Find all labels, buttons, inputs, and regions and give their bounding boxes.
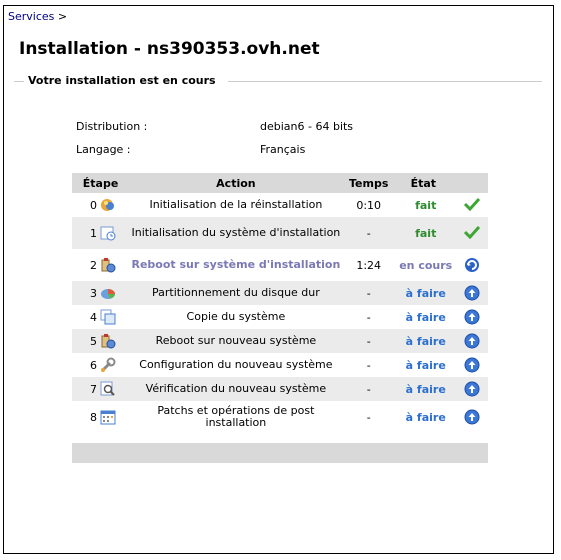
section-title: Votre installation est en cours [26,74,218,87]
page-title: Installation - ns390353.ovh.net [19,39,320,59]
spinner-icon [464,257,480,273]
step-action: Vérification du nouveau système [129,377,343,401]
section-divider-right [228,81,542,82]
arrow-up-circle-icon [464,309,480,325]
step-time: - [366,358,371,372]
table-row: 8 Patchs et opérations de post installati… [72,401,488,433]
arrow-up-circle-icon [464,285,480,301]
step-action: Patchs et opérations de post installatio… [157,404,315,429]
table-row: 2 Reboot sur système d'installation 1:24 en… [72,249,488,281]
system-init-icon [100,225,116,241]
table-row: 1 Initialisation du système d'installatio… [72,217,488,249]
step-number: 8 [90,410,97,424]
install-panel: Services > Installation - ns390353.ovh.n… [3,5,554,554]
distribution-label: Distribution : [76,120,148,133]
step-state: à faire [394,281,457,305]
step-state: à faire [405,310,446,324]
step-state: à faire [394,377,457,401]
wrench-icon [100,357,116,373]
step-action: Initialisation du système d'installation [129,217,343,249]
step-time: - [342,281,395,305]
step-number: 7 [72,377,100,401]
step-time: - [342,329,395,353]
table-header-row: Étape Action Temps État [72,173,488,193]
table-row: 3 Partitionnement du disque dur - à faire [72,281,488,305]
step-time: - [342,217,395,249]
verify-icon [100,381,116,397]
arrow-up-circle-icon [464,357,480,373]
step-time: 0:10 [356,198,382,212]
check-icon [464,197,481,213]
section-divider-left [14,81,24,82]
step-number: 0 [90,198,97,212]
table-row: 5 Reboot sur nouveau système - à faire [72,329,488,353]
arrow-up-circle-icon [464,381,480,397]
step-action: Reboot sur nouveau système [129,329,343,353]
disk-partition-icon [100,285,116,301]
distribution-value: debian6 - 64 bits [260,120,354,133]
reboot-icon [100,257,116,273]
table-row: 7 Vérification du nouveau système - à faire [72,377,488,401]
restore-icon [100,197,116,213]
step-state: fait [394,217,457,249]
step-number: 4 [90,310,97,324]
step-number: 3 [72,281,100,305]
arrow-up-circle-icon [464,409,480,425]
step-number: 2 [90,258,97,272]
breadcrumb-separator: > [57,10,68,23]
breadcrumb: Services > [8,10,67,23]
step-state: à faire [405,410,446,424]
step-state: à faire [394,329,457,353]
table-row: 6 Configuration du nouveau système - à fair… [72,353,488,377]
language-label: Langage : [76,143,131,156]
arrow-up-circle-icon [464,333,480,349]
table-row: 0 Initialisation de la réinstallation 0:10… [72,193,488,217]
header-time: Temps [342,173,395,193]
check-icon [464,225,481,241]
reboot-icon [100,333,116,349]
table-row: 4 Copie du système - à faire [72,305,488,329]
header-step: Étape [72,173,130,193]
header-action: Action [129,173,343,193]
step-time: - [366,410,371,424]
header-state: État [394,173,488,193]
step-action: Copie du système [186,310,286,323]
step-time: 1:24 [356,258,382,272]
breadcrumb-services-link[interactable]: Services [8,10,54,23]
step-number: 1 [72,217,100,249]
step-action: Partitionnement du disque dur [129,281,343,305]
step-time: - [366,310,371,324]
step-state: à faire [405,358,446,372]
step-state: fait [415,198,437,212]
table-footer [72,443,488,463]
step-action: Reboot sur système d'installation [131,258,341,271]
step-number: 6 [90,358,97,372]
step-state: en cours [399,258,453,272]
install-steps-table: Étape Action Temps État 0 Initialisation … [72,173,488,463]
step-action: Initialisation de la réinstallation [149,198,323,211]
step-action: Configuration du nouveau système [139,358,333,371]
language-value: Français [260,143,306,156]
step-time: - [342,377,395,401]
step-number: 5 [72,329,100,353]
copy-system-icon [100,309,116,325]
patch-calendar-icon [100,409,116,425]
